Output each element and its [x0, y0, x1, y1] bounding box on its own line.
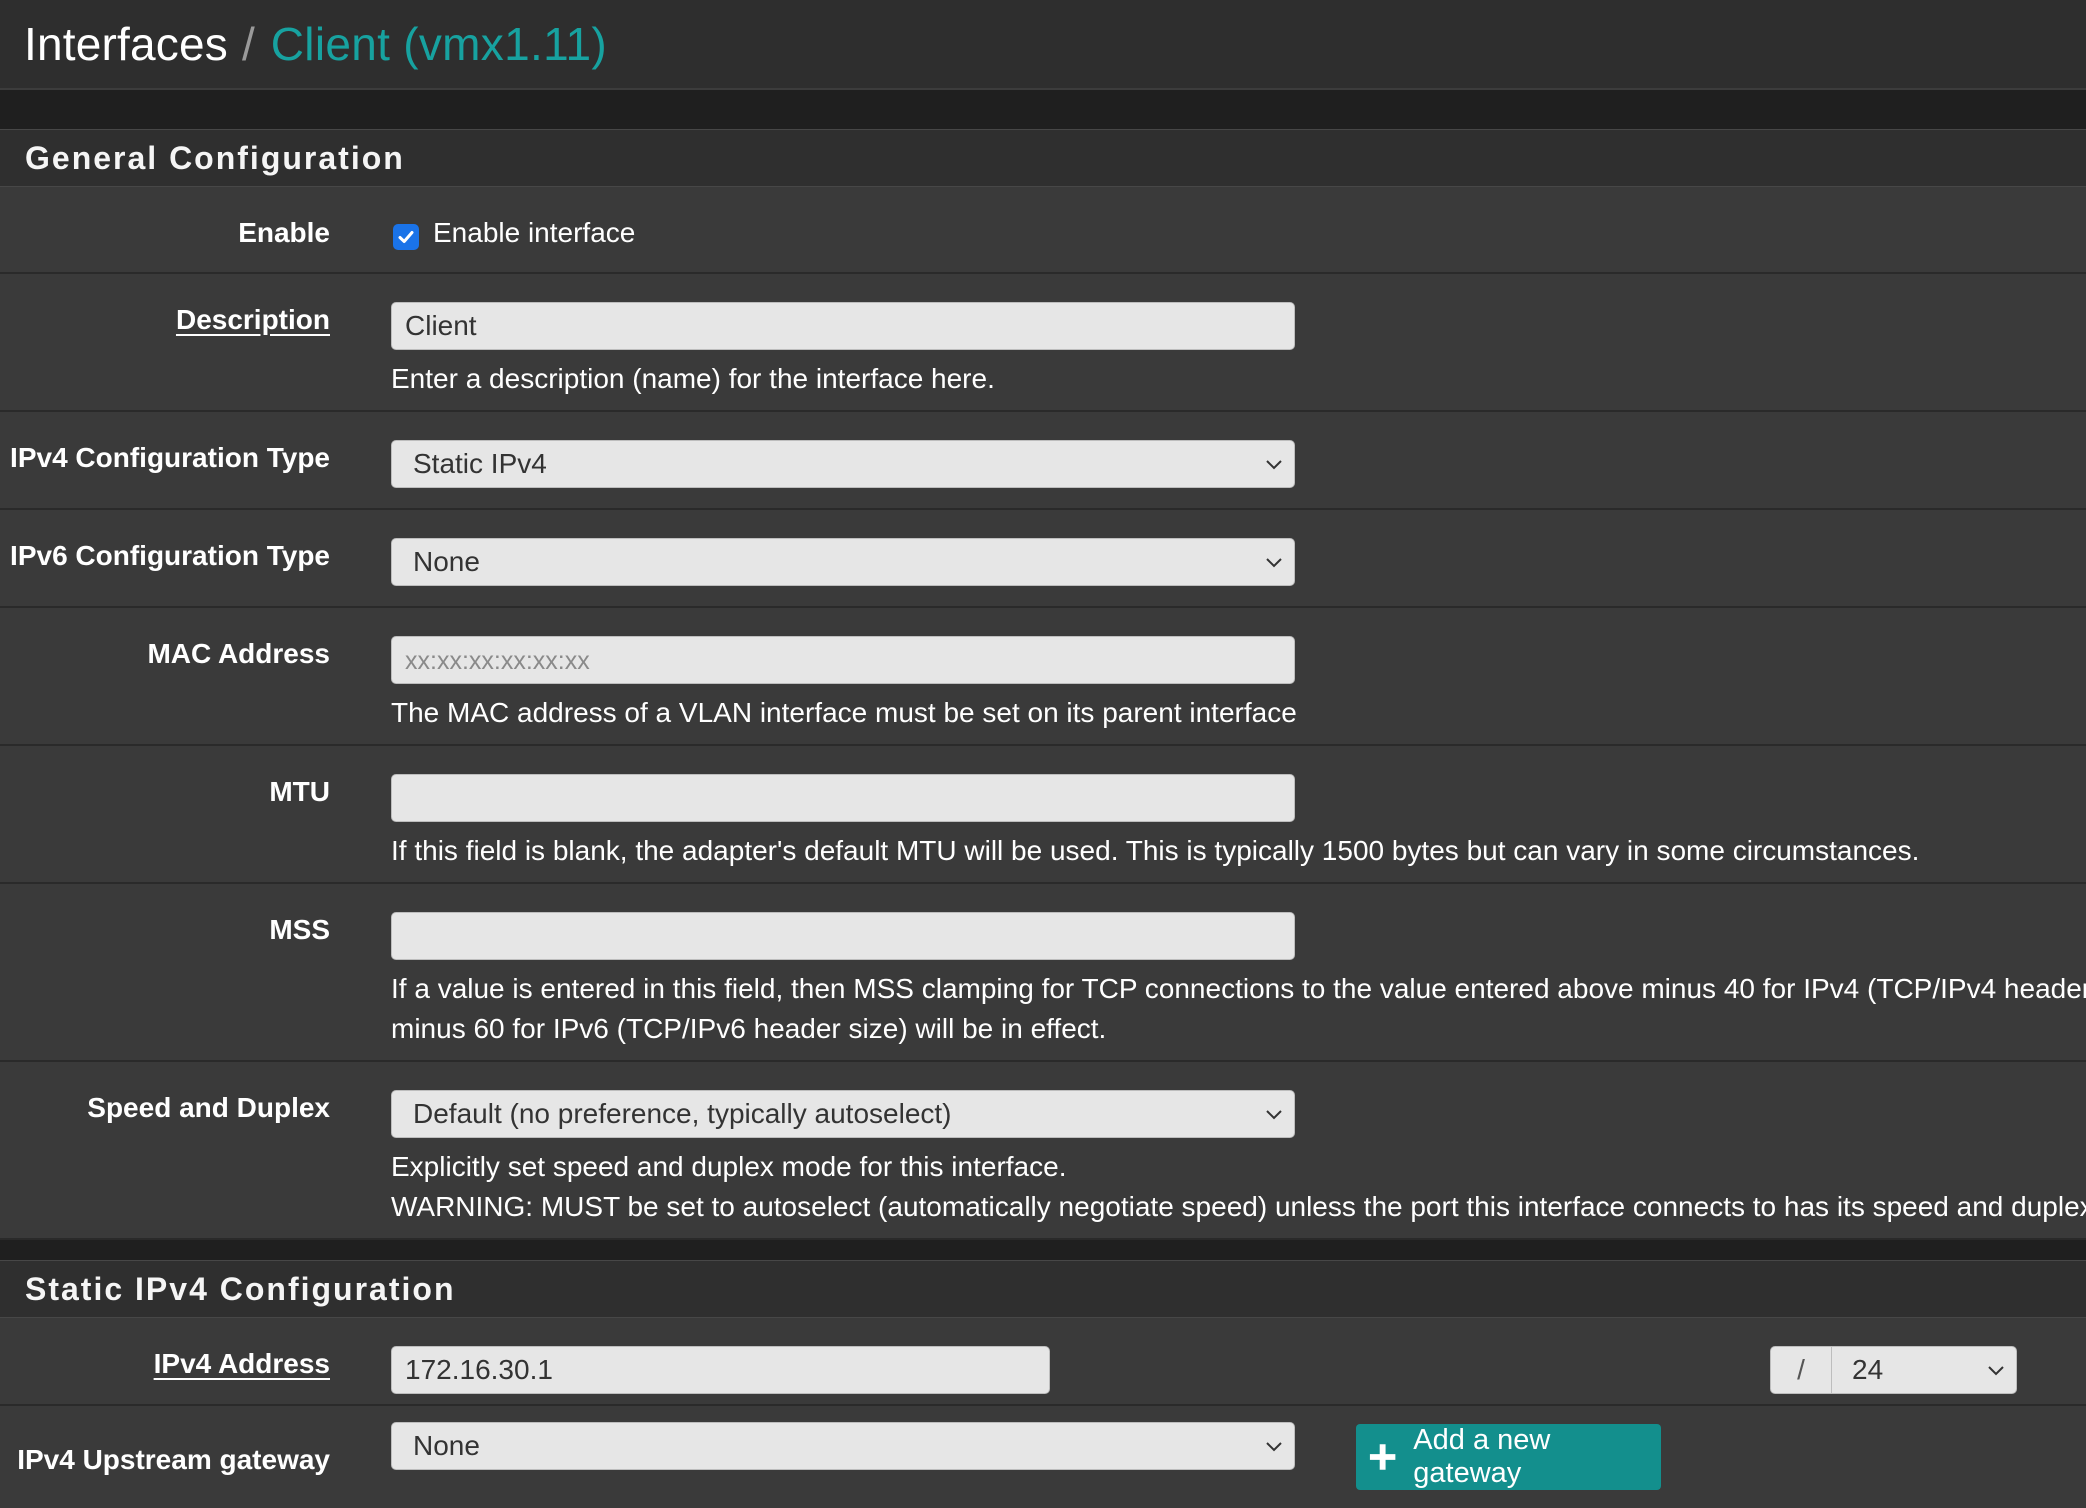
- mtu-row: MTU If this field is blank, the adapter'…: [0, 746, 2086, 884]
- description-label[interactable]: Description: [176, 304, 330, 336]
- ipv4-config-type-label: IPv4 Configuration Type: [10, 442, 330, 473]
- cidr-prefix-select[interactable]: 24: [1832, 1346, 2017, 1394]
- cidr-slash-addon: /: [1770, 1346, 1832, 1394]
- chevron-down-icon: [1266, 558, 1282, 568]
- ipv4-config-type-value: Static IPv4: [413, 448, 547, 479]
- mac-address-label: MAC Address: [147, 638, 330, 669]
- ipv6-config-type-value: None: [413, 546, 480, 577]
- ipv4-gateway-label: IPv4 Upstream gateway: [17, 1444, 330, 1475]
- speed-duplex-label: Speed and Duplex: [87, 1092, 330, 1123]
- add-new-gateway-button[interactable]: Add a new gateway: [1356, 1424, 1661, 1490]
- mac-address-row: MAC Address The MAC address of a VLAN in…: [0, 608, 2086, 746]
- header-spacer: [0, 90, 2086, 130]
- ipv4-address-label[interactable]: IPv4 Address: [154, 1348, 330, 1380]
- breadcrumb-current: Client (vmx1.11): [270, 18, 608, 70]
- mtu-label: MTU: [269, 776, 330, 807]
- ipv4-config-type-select[interactable]: Static IPv4: [391, 440, 1295, 488]
- breadcrumb-root[interactable]: Interfaces: [24, 17, 228, 71]
- mac-address-input[interactable]: [391, 636, 1295, 684]
- checkmark-icon: [398, 231, 414, 243]
- enable-row: Enable Enable interface: [0, 187, 2086, 274]
- mss-help-line2: minus 60 for IPv6 (TCP/IPv6 header size)…: [391, 1013, 1107, 1044]
- enable-label: Enable: [238, 217, 330, 248]
- description-input[interactable]: [391, 302, 1295, 350]
- speed-duplex-value: Default (no preference, typically autose…: [413, 1098, 952, 1129]
- ipv4-gateway-value: None: [413, 1430, 480, 1461]
- enable-interface-label[interactable]: Enable interface: [433, 217, 635, 249]
- ipv4-config-type-row: IPv4 Configuration Type Static IPv4: [0, 412, 2086, 510]
- chevron-down-icon: [1266, 460, 1282, 470]
- breadcrumb: Interfaces / Client (vmx1.11): [0, 0, 2086, 90]
- description-row: Description Enter a description (name) f…: [0, 274, 2086, 412]
- general-config-heading: General Configuration: [0, 129, 2086, 187]
- ipv4-gateway-select[interactable]: None: [391, 1422, 1295, 1470]
- speed-duplex-help-line1: Explicitly set speed and duplex mode for…: [391, 1151, 1067, 1182]
- ipv6-config-type-select[interactable]: None: [391, 538, 1295, 586]
- speed-duplex-warning: WARNING: MUST be set to autoselect (auto…: [391, 1191, 2086, 1222]
- speed-duplex-select[interactable]: Default (no preference, typically autose…: [391, 1090, 1295, 1138]
- static-ipv4-heading: Static IPv4 Configuration: [0, 1260, 2086, 1318]
- chevron-down-icon: [1266, 1442, 1282, 1452]
- enable-interface-checkbox[interactable]: [393, 224, 419, 250]
- mtu-input[interactable]: [391, 774, 1295, 822]
- chevron-down-icon: [1988, 1366, 2004, 1376]
- ipv4-gateway-row: IPv4 Upstream gateway None: [0, 1406, 2086, 1508]
- ipv6-config-type-label: IPv6 Configuration Type: [10, 540, 330, 571]
- ipv6-config-type-row: IPv6 Configuration Type None: [0, 510, 2086, 608]
- mtu-help: If this field is blank, the adapter's de…: [391, 835, 1920, 866]
- mss-row: MSS If a value is entered in this field,…: [0, 884, 2086, 1062]
- description-help: Enter a description (name) for the inter…: [391, 363, 995, 394]
- ipv4-address-row: IPv4 Address / 24: [0, 1318, 2086, 1406]
- add-new-gateway-label: Add a new gateway: [1413, 1424, 1551, 1489]
- speed-duplex-row: Speed and Duplex Default (no preference,…: [0, 1062, 2086, 1240]
- mss-help-line1: If a value is entered in this field, the…: [391, 973, 2086, 1004]
- plus-icon: [1369, 1444, 1396, 1470]
- mss-label: MSS: [269, 914, 330, 945]
- chevron-down-icon: [1266, 1110, 1282, 1120]
- cidr-prefix-value: 24: [1852, 1354, 1884, 1385]
- ipv4-address-input[interactable]: [391, 1346, 1050, 1394]
- section-spacer: [0, 1240, 2086, 1260]
- breadcrumb-separator: /: [242, 18, 255, 70]
- mac-address-help: The MAC address of a VLAN interface must…: [391, 697, 1297, 728]
- mss-input[interactable]: [391, 912, 1295, 960]
